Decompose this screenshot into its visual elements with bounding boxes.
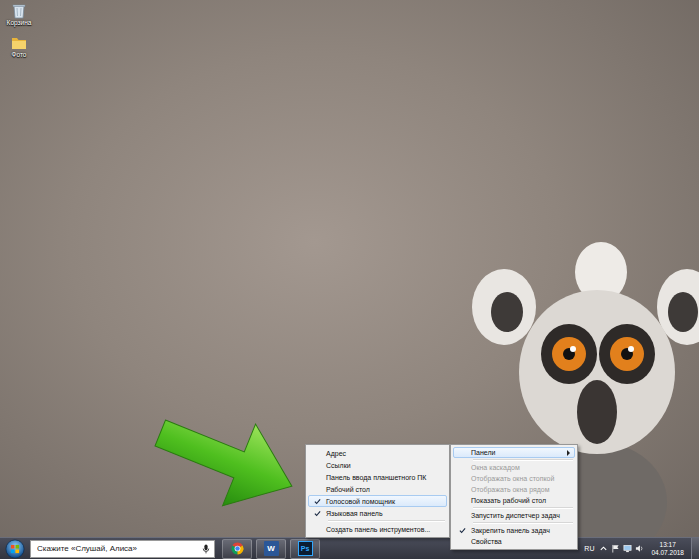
word-icon: W [264, 541, 279, 556]
desktop-icons: Корзина Фото [0, 0, 38, 62]
chrome-icon [230, 541, 245, 556]
menu-item-label: Адрес [326, 449, 446, 458]
show-hidden-icons-icon[interactable] [599, 544, 608, 553]
clock-date: 04.07.2018 [651, 549, 684, 557]
menu-item-label: Голосовой помощник [326, 497, 446, 506]
menu-item[interactable]: Показать рабочий стол [453, 495, 575, 506]
menu-item-label: Панели [471, 448, 567, 457]
menu-item-label: Отображать окна рядом [471, 485, 574, 494]
voice-search-box[interactable] [30, 540, 215, 558]
menu-item-label: Создать панель инструментов... [326, 525, 446, 534]
clock-time: 13:17 [660, 541, 676, 549]
menu-separator [473, 522, 573, 524]
menu-item-label: Запустить диспетчер задач [471, 511, 574, 520]
submenu-arrow-icon [567, 450, 570, 456]
clock[interactable]: 13:1704.07.2018 [647, 541, 688, 557]
menu-item-label: Ссылки [326, 461, 446, 470]
menu-item[interactable]: Запустить диспетчер задач [453, 510, 575, 521]
checkmark-icon [459, 527, 466, 534]
photoshop-icon: Ps [298, 541, 313, 556]
action-center-flag-icon[interactable] [611, 544, 620, 553]
taskbar-context-menu: Панели Окна каскадом Отображать окна стопк… [450, 444, 578, 550]
menu-item-label: Языковая панель [326, 509, 446, 518]
menu-item[interactable]: Рабочий стол [308, 483, 447, 495]
menu-separator [473, 507, 573, 509]
menu-item[interactable]: Ссылки [308, 459, 447, 471]
taskbar: W Ps RU 13:1704.07.2018 [0, 537, 699, 559]
volume-icon[interactable] [635, 544, 644, 553]
search-input[interactable] [37, 544, 202, 553]
microphone-icon[interactable] [202, 544, 210, 554]
menu-item[interactable]: Закрепить панель задач [453, 525, 575, 536]
menu-item[interactable]: Панель ввода планшетного ПК [308, 471, 447, 483]
green-arrow-icon [145, 398, 310, 523]
menu-item[interactable]: Свойства [453, 536, 575, 547]
panels-submenu: Адрес Ссылки Панель ввода планшетного ПК Ра… [305, 444, 450, 538]
desktop-shortcut[interactable]: Корзина [2, 3, 36, 27]
show-desktop-button[interactable] [691, 538, 699, 559]
menu-item[interactable]: Создать панель инструментов... [308, 523, 447, 535]
menu-item[interactable]: Голосовой помощник [308, 495, 447, 507]
system-tray: RU 13:1704.07.2018 [584, 538, 699, 559]
menu-item[interactable]: Окна каскадом [453, 462, 575, 473]
start-button[interactable] [2, 538, 28, 559]
menu-separator [473, 459, 573, 461]
desktop-shortcut[interactable]: Фото [2, 35, 36, 59]
menu-item-label: Окна каскадом [471, 463, 574, 472]
taskbar-apps: W Ps [222, 539, 320, 559]
windows-logo-icon [5, 539, 25, 559]
menu-item-label: Закрепить панель задач [471, 526, 574, 535]
desktop-shortcut-label: Фото [12, 51, 27, 59]
folder-icon [11, 35, 27, 51]
taskbar-app-button[interactable] [222, 539, 252, 559]
network-icon[interactable] [623, 544, 632, 553]
language-indicator[interactable]: RU [584, 545, 594, 552]
desktop-shortcut-label: Корзина [7, 19, 32, 27]
menu-item-label: Свойства [471, 537, 574, 546]
checkmark-icon [314, 510, 321, 517]
menu-item-label: Панель ввода планшетного ПК [326, 473, 446, 482]
menu-item[interactable]: Отображать окна рядом [453, 484, 575, 495]
taskbar-app-button[interactable]: W [256, 539, 286, 559]
menu-item[interactable]: Отображать окна стопкой [453, 473, 575, 484]
menu-item-label: Отображать окна стопкой [471, 474, 574, 483]
desktop-screen: Корзина Фото W Ps RU 13:1704.07.2018 Адрес Ссыл… [0, 0, 699, 559]
menu-item[interactable]: Адрес [308, 447, 447, 459]
menu-item-label: Рабочий стол [326, 485, 446, 494]
checkmark-icon [314, 498, 321, 505]
menu-item[interactable]: Языковая панель [308, 507, 447, 519]
menu-item-label: Показать рабочий стол [471, 496, 574, 505]
menu-separator [328, 520, 445, 522]
menu-item[interactable]: Панели [453, 447, 575, 458]
taskbar-app-button[interactable]: Ps [290, 539, 320, 559]
recycle-bin-icon [11, 3, 27, 19]
